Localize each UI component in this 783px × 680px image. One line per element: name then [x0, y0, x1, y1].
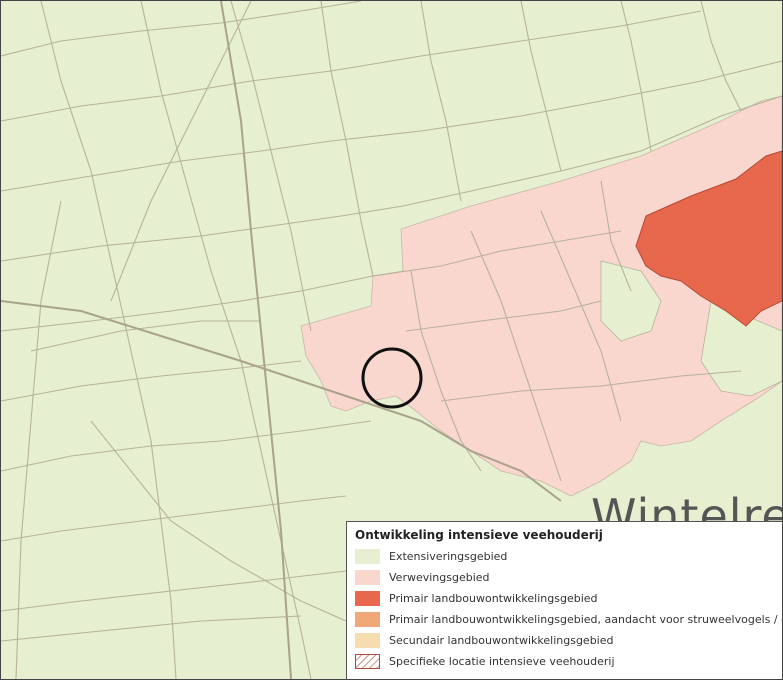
legend-title: Ontwikkeling intensieve veehouderij — [355, 528, 603, 542]
legend-label: Primair landbouwontwikkelingsgebied — [389, 592, 598, 605]
legend-swatch — [355, 591, 380, 606]
legend-swatch — [355, 612, 380, 627]
legend-label: Specifieke locatie intensieve veehouderi… — [389, 655, 615, 668]
legend-swatch — [355, 633, 380, 648]
hatched-swatch-icon — [355, 654, 380, 669]
legend-swatch — [355, 570, 380, 585]
legend-label: Extensiveringsgebied — [389, 550, 508, 563]
legend-label: Secundair landbouwontwikkelingsgebied — [389, 634, 614, 647]
legend: Ontwikkeling intensieve veehouderij Exte… — [346, 521, 782, 679]
legend-label: Primair landbouwontwikkelingsgebied, aan… — [389, 613, 783, 626]
map-viewport[interactable]: Wintelre Ontwikkeling intensieve veehoud… — [0, 0, 783, 680]
legend-label: Verwevingsgebied — [389, 571, 490, 584]
legend-swatch — [355, 549, 380, 564]
